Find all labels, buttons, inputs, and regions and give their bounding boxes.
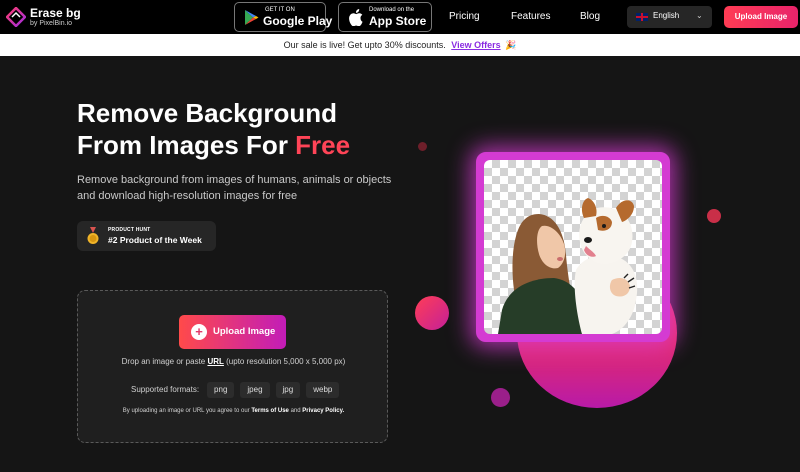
paste-url-link[interactable]: URL — [207, 357, 223, 366]
terms-prefix: By uploading an image or URL you agree t… — [122, 408, 252, 414]
drop-instructions: Drop an image or paste URL (upto resolut… — [78, 357, 389, 366]
formats-label: Supported formats: — [131, 385, 200, 395]
app-store-label: App Store — [369, 14, 427, 28]
language-label: English — [653, 11, 680, 20]
terms-notice: By uploading an image or URL you agree t… — [78, 408, 389, 414]
badge-main-text: #2 Product of the Week — [108, 235, 202, 245]
drop-prefix: Drop an image or paste — [121, 357, 208, 366]
format-png: png — [207, 381, 235, 398]
drop-suffix: (upto resolution 5,000 x 5,000 px) — [223, 357, 346, 366]
page-title: Remove Background From Images For Free — [77, 97, 350, 161]
party-popper-icon: 🎉 — [505, 40, 517, 50]
hero-description: Remove background from images of humans,… — [77, 174, 392, 202]
decor-dot — [415, 296, 449, 330]
erasebg-logo-icon — [6, 7, 26, 27]
app-store-button[interactable]: Download on the App Store — [338, 2, 432, 32]
product-hunt-badge[interactable]: PRODUCT HUNT #2 Product of the Week — [77, 221, 216, 251]
woman-with-dog-image — [498, 198, 638, 334]
top-nav: Erase bg by PixelBin.io GET IT ON Google… — [0, 0, 800, 34]
terms-of-use-link[interactable]: Terms of Use — [251, 408, 289, 414]
format-jpeg: jpeg — [240, 381, 270, 398]
logo-title: Erase bg — [30, 6, 81, 20]
nav-upload-button[interactable]: Upload Image — [724, 6, 798, 28]
google-play-label: Google Play — [263, 14, 333, 28]
badge-small-text: PRODUCT HUNT — [108, 227, 151, 233]
language-select[interactable]: English ⌄ — [627, 6, 712, 28]
upload-image-button[interactable]: + Upload Image — [179, 315, 286, 349]
title-line-2: From Images For Free — [77, 129, 350, 161]
preview-frame — [476, 152, 670, 342]
sale-banner: Our sale is live! Get upto 30% discounts… — [0, 34, 800, 56]
google-play-button[interactable]: GET IT ON Google Play — [234, 2, 332, 32]
decor-dot — [491, 388, 510, 407]
format-webp: webp — [306, 381, 340, 398]
title-highlight: Free — [295, 130, 351, 160]
privacy-policy-link[interactable]: Privacy Policy. — [302, 408, 344, 414]
upload-dropzone[interactable]: + Upload Image Drop an image or paste UR… — [77, 290, 388, 443]
title-line-1: Remove Background — [77, 98, 338, 128]
apple-icon — [349, 9, 363, 26]
erasebg-logo[interactable]: Erase bg by PixelBin.io — [6, 5, 81, 29]
nav-link-pricing[interactable]: Pricing — [449, 11, 480, 22]
nav-link-features[interactable]: Features — [511, 11, 550, 22]
google-play-small: GET IT ON — [265, 7, 295, 13]
banner-text: Our sale is live! Get upto 30% discounts… — [283, 40, 446, 50]
uk-flag-icon — [636, 13, 648, 21]
view-offers-link[interactable]: View Offers — [451, 40, 500, 50]
transparent-background — [484, 160, 662, 334]
medal-icon — [87, 227, 99, 244]
logo-subtitle: by PixelBin.io — [30, 20, 73, 27]
app-store-small: Download on the — [369, 7, 415, 13]
plus-icon: + — [191, 324, 207, 340]
title-line-2-prefix: From Images For — [77, 130, 296, 160]
google-play-icon — [245, 10, 259, 25]
decor-dot — [418, 142, 427, 151]
terms-and: and — [288, 408, 303, 414]
decor-dot — [707, 209, 721, 223]
format-jpg: jpg — [275, 381, 301, 398]
chevron-down-icon: ⌄ — [696, 11, 703, 20]
upload-button-label: Upload Image — [213, 326, 276, 337]
supported-formats: Supported formats: png jpeg jpg webp — [131, 381, 345, 398]
nav-link-blog[interactable]: Blog — [580, 11, 600, 22]
